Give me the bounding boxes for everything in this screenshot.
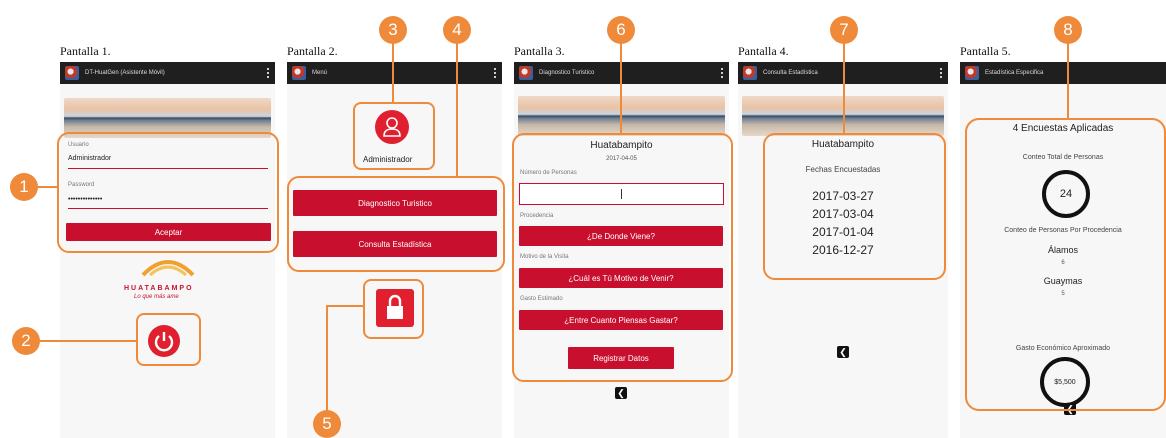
highlight-box-lock — [363, 279, 424, 339]
app-title: DT-HuatGen (Asistente Móvil) — [85, 70, 165, 76]
highlight-box-dates — [763, 133, 946, 280]
app-logo-icon — [743, 66, 757, 80]
app-logo-icon — [519, 66, 533, 80]
connector-line — [843, 43, 845, 133]
highlight-box-stats — [965, 118, 1166, 411]
overflow-menu-icon[interactable] — [940, 67, 942, 79]
huatabampo-logo — [138, 255, 198, 277]
screen3-caption: Pantalla 3. — [514, 44, 565, 58]
highlight-box-login — [57, 132, 279, 253]
app-logo-icon — [292, 66, 306, 80]
highlight-box-form — [512, 133, 733, 382]
app-logo-icon — [965, 66, 979, 80]
highlight-box-user — [353, 102, 435, 170]
callout-3: 3 — [379, 16, 407, 44]
callout-5: 5 — [313, 410, 341, 438]
overflow-menu-icon[interactable] — [267, 67, 269, 79]
screen4-caption: Pantalla 4. — [738, 44, 789, 58]
callout-1: 1 — [10, 173, 38, 201]
app-title: Diagnostico Turistico — [539, 70, 595, 76]
screen2-caption: Pantalla 2. — [287, 44, 338, 58]
app-title: Consulta Estadística — [763, 70, 818, 76]
callout-7: 7 — [830, 16, 858, 44]
app-bar: Menú — [287, 62, 502, 84]
overflow-menu-icon[interactable] — [494, 67, 496, 79]
logo-word: HUATABAMPO — [124, 285, 194, 292]
app-logo-icon — [65, 66, 79, 80]
connector-line — [1067, 43, 1069, 118]
highlight-box-power — [136, 313, 201, 366]
connector-line — [456, 43, 458, 176]
back-arrow-icon[interactable]: ❮ — [615, 387, 627, 399]
connector-line — [326, 305, 364, 307]
screen5-caption: Pantalla 5. — [960, 44, 1011, 58]
app-bar: DT-HuatGen (Asistente Móvil) — [60, 62, 275, 84]
connector-line — [392, 43, 394, 102]
logo-tagline: Lo que más ame — [134, 294, 179, 300]
callout-4: 4 — [443, 16, 471, 44]
highlight-box-menu — [287, 176, 505, 272]
connector-line — [620, 43, 622, 133]
connector-line — [38, 186, 58, 188]
connector-line — [326, 305, 328, 415]
overflow-menu-icon[interactable] — [721, 67, 723, 79]
callout-2: 2 — [12, 327, 40, 355]
callout-6: 6 — [607, 16, 635, 44]
app-title: Menú — [312, 70, 328, 76]
screen1-caption: Pantalla 1. — [60, 44, 111, 58]
connector-line — [40, 340, 137, 342]
app-title: Estadística Especifica — [985, 70, 1044, 76]
callout-8: 8 — [1054, 16, 1082, 44]
app-bar: Estadística Especifica — [960, 62, 1166, 84]
back-arrow-icon[interactable]: ❮ — [837, 346, 849, 358]
